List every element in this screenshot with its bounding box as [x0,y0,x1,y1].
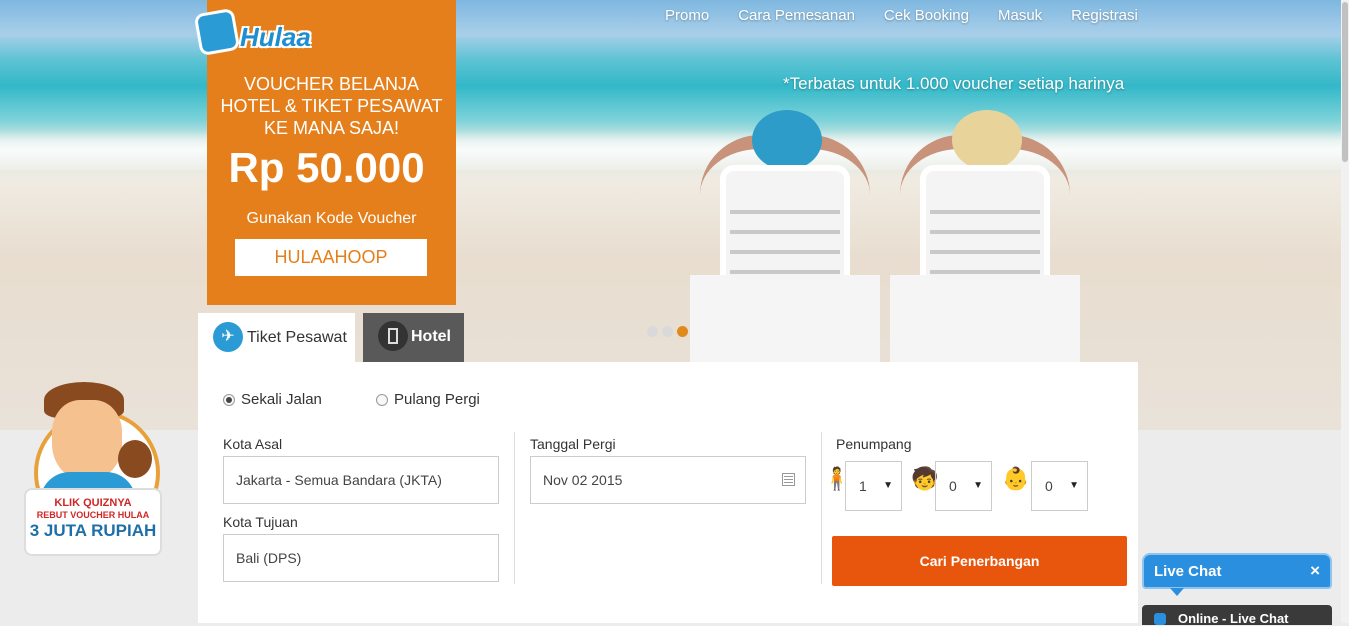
sea-foam [0,130,1341,170]
caret-down-icon: ▼ [1069,480,1079,491]
date-label: Tanggal Pergi [530,436,616,452]
caret-down-icon: ▼ [973,480,983,491]
infant-select[interactable]: 0 ▼ [1031,461,1088,511]
nav-link-registrasi[interactable]: Registrasi [1071,7,1138,24]
tab-flight-label: Tiket Pesawat [247,329,347,346]
live-chat-status-bar[interactable]: Online - Live Chat [1142,605,1332,626]
nav-link-cara-pemesanan[interactable]: Cara Pemesanan [738,7,855,24]
nav-link-promo[interactable]: Promo [665,7,709,24]
tab-hotel-label: Hotel [411,328,451,345]
slider-dot[interactable] [677,326,688,337]
destination-input[interactable]: Bali (DPS) [223,534,499,582]
live-chat-bubble[interactable]: Live Chat × [1142,553,1332,596]
top-nav: Promo Cara Pemesanan Cek Booking Masuk Regis… [665,7,1167,24]
search-flights-button[interactable]: Cari Penerbangan [832,536,1127,586]
date-input[interactable]: Nov 02 2015 [530,456,806,504]
quiz-line-2: REBUT VOUCHER HULAA [36,510,150,520]
passenger-label: Penumpang [836,436,912,452]
live-chat-status: Online - Live Chat [1178,611,1289,626]
destination-label: Kota Tujuan [223,514,298,530]
calendar-icon[interactable] [782,473,795,486]
promo-line-3: KE MANA SAJA! [263,118,400,138]
slider-dots [647,326,688,337]
page-scrollbar[interactable] [1341,0,1349,623]
quiz-line-1: KLIK QUIZNYA [54,497,132,509]
radio-checked-icon [223,393,235,406]
flight-search-panel: Sekali Jalan Pulang Pergi Kota Asal Jaka… [198,362,1138,623]
radio-round-trip[interactable]: Pulang Pergi [376,391,480,408]
child-select[interactable]: 0 ▼ [935,461,992,511]
promo-code: HULAAHOOP [235,239,427,276]
hulaa-logo[interactable]: Hulaa [197,6,320,56]
chat-icon [1154,613,1166,625]
mascot-face [52,400,122,480]
close-icon[interactable]: × [1310,561,1320,581]
infant-value: 0 [1045,478,1053,494]
quiz-banner: KLIK QUIZNYA REBUT VOUCHER HULAA 3 JUTA … [24,488,162,556]
nav-link-masuk[interactable]: Masuk [998,7,1042,24]
origin-label: Kota Asal [223,436,283,452]
quiz-line-3: 3 JUTA RUPIAH [29,521,157,540]
blue-hat [752,110,822,170]
divider [514,432,515,584]
slider-dot[interactable] [647,326,658,337]
radio-unchecked-icon [376,393,388,406]
adult-value: 1 [859,478,867,494]
bubble-tail [1170,588,1184,596]
promo-code-label: Gunakan Kode Voucher [246,210,417,227]
adult-select[interactable]: 1 ▼ [845,461,902,511]
chair-seat [690,275,880,365]
suitcase-icon [197,11,237,53]
promo-headline: VOUCHER BELANJA HOTEL & TIKET PESAWAT KE… [207,73,456,139]
radio-one-way[interactable]: Sekali Jalan [223,391,322,408]
radio-one-way-label: Sekali Jalan [241,391,322,408]
date-value: Nov 02 2015 [543,472,623,488]
beach-chair-left [690,110,880,365]
chair-seat [890,275,1080,365]
quiz-promo-badge[interactable]: KLIK QUIZNYA REBUT VOUCHER HULAA 3 JUTA … [14,380,164,560]
infant-icon: 👶 [1002,466,1030,491]
straw-hat [952,110,1022,170]
origin-input[interactable]: Jakarta - Semua Bandara (JKTA) [223,456,499,504]
promo-line-1: VOUCHER BELANJA [243,74,420,94]
building-icon [378,321,408,351]
tab-flight[interactable]: ✈ Tiket Pesawat [198,313,355,363]
beach-chair-right [890,110,1080,365]
airplane-icon: ✈ [213,322,243,352]
promo-line-2: HOTEL & TIKET PESAWAT [220,96,443,116]
coconut-icon [118,440,152,478]
caret-down-icon: ▼ [883,480,893,491]
live-chat-title: Live Chat [1154,563,1222,580]
tab-hotel[interactable]: Hotel [363,313,464,362]
radio-round-trip-label: Pulang Pergi [394,391,480,408]
slider-dot[interactable] [662,326,673,337]
logo-text: Hulaa [240,22,311,52]
nav-link-cek-booking[interactable]: Cek Booking [884,7,969,24]
child-value: 0 [949,478,957,494]
divider [821,432,822,584]
promo-price: Rp 50.000 [228,144,425,191]
scrollbar-thumb[interactable] [1342,2,1348,162]
voucher-limit-note: *Terbatas untuk 1.000 voucher setiap har… [783,74,1125,93]
